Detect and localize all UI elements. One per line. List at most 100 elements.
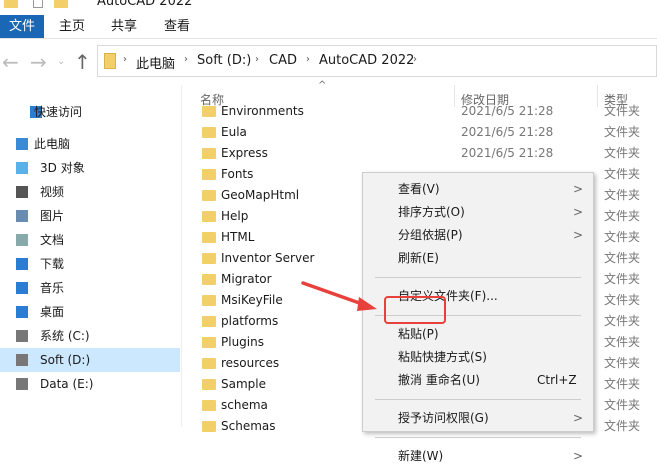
- nav-item-label: Soft (D:): [40, 353, 91, 367]
- chevron-right-icon: >: [572, 228, 583, 242]
- folder-icon: [202, 358, 216, 369]
- tab-share[interactable]: 共享: [105, 15, 143, 38]
- forward-button[interactable]: →: [30, 50, 47, 74]
- menu-separator: [375, 437, 581, 438]
- menu-item-label: 排序方式(O): [398, 205, 465, 219]
- nav-item[interactable]: 下载: [0, 252, 180, 276]
- nav-item-label: Data (E:): [40, 377, 94, 391]
- music-icon: [16, 282, 28, 294]
- menu-item[interactable]: 粘贴快捷方式(S): [363, 346, 593, 368]
- chevron-right-icon: >: [572, 411, 583, 425]
- file-name: MsiKeyFile: [221, 293, 283, 307]
- back-button[interactable]: ←: [2, 50, 19, 74]
- menu-item-label: 撤消 重命名(U): [398, 373, 480, 387]
- file-type: 文件夹: [604, 293, 641, 307]
- breadcrumb-this-pc[interactable]: 此电脑: [136, 53, 175, 72]
- file-type: 文件夹: [604, 209, 641, 223]
- menu-separator: [375, 277, 581, 278]
- nav-item[interactable]: Data (E:): [0, 372, 180, 396]
- file-type: 文件夹: [604, 251, 641, 265]
- menu-item[interactable]: 查看(V) >: [363, 178, 593, 200]
- drive-icon: [16, 378, 28, 390]
- pane-divider[interactable]: [181, 85, 182, 427]
- nav-item[interactable]: 音乐: [0, 276, 180, 300]
- nav-item[interactable]: 系统 (C:): [0, 324, 180, 348]
- file-type: 文件夹: [604, 398, 641, 412]
- new-folder-icon[interactable]: [54, 0, 68, 8]
- menu-item-label: 新建(W): [398, 449, 444, 463]
- nav-item-label: 此电脑: [34, 137, 71, 151]
- menu-item[interactable]: 撤消 重命名(U) Ctrl+Z: [363, 369, 593, 391]
- file-row[interactable]: Environments 2021/6/5 21:28 文件夹: [190, 101, 657, 122]
- menu-item-shortcut: Ctrl+Z: [537, 373, 577, 387]
- nav-item-label: 快速访问: [34, 105, 83, 119]
- folder-icon: [104, 53, 116, 69]
- file-type: 文件夹: [604, 188, 641, 202]
- nav-item-label: 图片: [40, 209, 65, 223]
- folder-icon: [202, 316, 216, 327]
- menu-item-label: 粘贴(P): [398, 327, 439, 341]
- nav-item[interactable]: Soft (D:): [0, 348, 180, 372]
- download-icon: [16, 258, 28, 270]
- chevron-right-icon: >: [572, 205, 583, 219]
- menu-item[interactable]: 刷新(E): [363, 247, 593, 269]
- annotation-arrow: [301, 281, 377, 311]
- file-name: Migrator: [221, 272, 272, 286]
- desktop-icon: [16, 306, 28, 318]
- file-name: schema: [221, 398, 268, 412]
- file-name: HTML: [221, 230, 255, 244]
- menu-item[interactable]: 排序方式(O) >: [363, 201, 593, 223]
- nav-item[interactable]: 快速访问: [0, 100, 180, 124]
- folder-icon: [4, 0, 18, 8]
- menu-item[interactable]: 授予访问权限(G) >: [363, 407, 593, 429]
- nav-item-label: 视频: [40, 185, 65, 199]
- folder-icon: [202, 190, 216, 201]
- breadcrumb-autocad-2022[interactable]: AutoCAD 2022: [319, 53, 414, 68]
- ribbon-tabs: 文件 主页 共享 查看: [0, 15, 657, 39]
- document-icon: [16, 234, 28, 246]
- nav-item[interactable]: 文档: [0, 228, 180, 252]
- nav-item-label: 桌面: [40, 305, 65, 319]
- file-row[interactable]: Express 2021/6/5 21:28 文件夹: [190, 143, 657, 164]
- folder-icon: [202, 106, 216, 117]
- computer-icon: [16, 138, 28, 150]
- file-type: 文件夹: [604, 272, 641, 286]
- menu-item[interactable]: 分组依据(P) >: [363, 224, 593, 246]
- menu-item-label: 刷新(E): [398, 251, 439, 265]
- nav-item-label: 音乐: [40, 281, 65, 295]
- tab-file[interactable]: 文件: [0, 15, 44, 38]
- address-bar[interactable]: › 此电脑 › Soft (D:) › CAD › AutoCAD 2022 ›: [97, 45, 657, 77]
- folder-icon: [202, 400, 216, 411]
- tab-view[interactable]: 查看: [158, 15, 196, 38]
- properties-icon[interactable]: [33, 0, 43, 8]
- nav-item[interactable]: 视频: [0, 180, 180, 204]
- menu-item[interactable]: 新建(W) >: [363, 445, 593, 467]
- sort-ascending-icon: ^: [318, 80, 327, 91]
- title-bar: AutoCAD 2022: [0, 0, 657, 14]
- chevron-right-icon: >: [572, 182, 583, 196]
- breadcrumb-soft-d[interactable]: Soft (D:): [197, 53, 251, 68]
- recent-dropdown-icon[interactable]: ⌄: [57, 56, 65, 67]
- menu-item-label: 粘贴快捷方式(S): [398, 350, 487, 364]
- folder-icon: [202, 379, 216, 390]
- file-type: 文件夹: [604, 335, 641, 349]
- file-row[interactable]: Eula 2021/6/5 21:28 文件夹: [190, 122, 657, 143]
- file-type: 文件夹: [604, 104, 641, 118]
- up-button[interactable]: ↑: [74, 50, 91, 74]
- file-name: Inventor Server: [221, 251, 315, 265]
- folder-icon: [202, 232, 216, 243]
- folder-icon: [202, 274, 216, 285]
- file-name: Plugins: [221, 335, 264, 349]
- breadcrumb-cad[interactable]: CAD: [269, 53, 297, 68]
- folder-icon: [202, 211, 216, 222]
- nav-item[interactable]: 图片: [0, 204, 180, 228]
- file-type: 文件夹: [604, 314, 641, 328]
- nav-item[interactable]: 桌面: [0, 300, 180, 324]
- nav-item[interactable]: 此电脑: [0, 132, 180, 156]
- tab-home[interactable]: 主页: [53, 15, 91, 38]
- menu-item[interactable]: 粘贴(P): [363, 323, 593, 345]
- nav-item[interactable]: 3D 对象: [0, 156, 180, 180]
- menu-item-label: 授予访问权限(G): [398, 411, 489, 425]
- highlight-box: [384, 296, 446, 324]
- cube-icon: [16, 162, 28, 174]
